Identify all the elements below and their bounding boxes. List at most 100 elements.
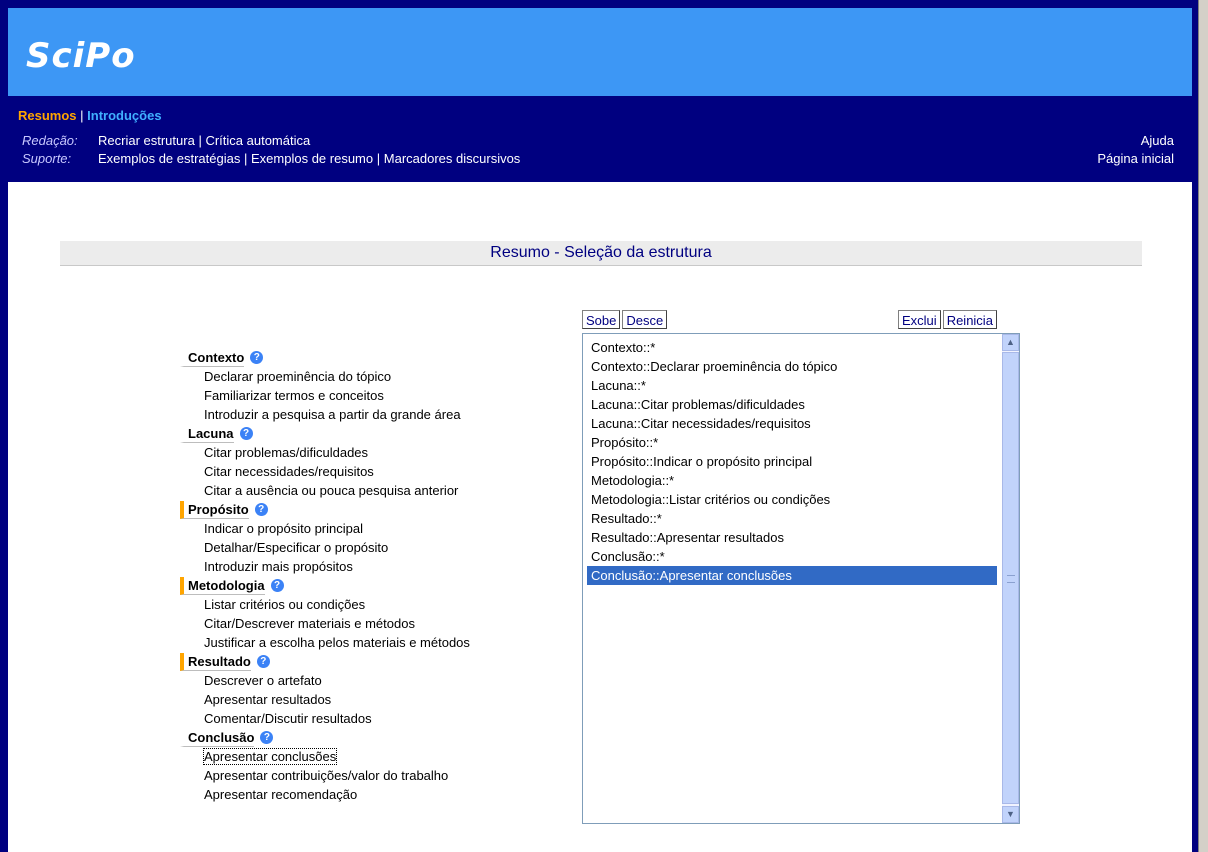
move-option[interactable]: Introduzir mais propósitos xyxy=(180,557,470,576)
list-item[interactable]: Metodologia::Listar critérios ou condiçõ… xyxy=(587,490,997,509)
move-option[interactable]: Citar necessidades/requisitos xyxy=(180,462,470,481)
section-3: Metodologia? Listar critérios ou condiçõe… xyxy=(180,576,470,652)
section-5: Conclusão? Apresentar conclusões Apresenta… xyxy=(180,728,470,804)
chevron-up-icon[interactable]: ▲ xyxy=(1002,334,1019,351)
move-option[interactable]: Descrever o artefato xyxy=(180,671,470,690)
move-option[interactable]: Apresentar recomendação xyxy=(180,785,470,804)
list-toolbar-left: Sobe Desce xyxy=(582,310,669,330)
move-option-label: Apresentar conclusões xyxy=(202,748,338,765)
list-item[interactable]: Resultado::* xyxy=(587,509,997,528)
move-option-label: Citar a ausência ou pouca pesquisa anter… xyxy=(204,483,459,498)
link-pagina-inicial[interactable]: Página inicial xyxy=(1097,151,1174,166)
section-title[interactable]: Resultado xyxy=(180,652,251,671)
link-ajuda[interactable]: Ajuda xyxy=(1141,133,1174,148)
delete-button[interactable]: Exclui xyxy=(898,310,941,329)
tab-introducoes[interactable]: Introduções xyxy=(87,108,161,123)
list-item[interactable]: Lacuna::* xyxy=(587,376,997,395)
window-scrollbar-edge xyxy=(1198,0,1208,852)
move-option[interactable]: Familiarizar termos e conceitos xyxy=(180,386,470,405)
section-title[interactable]: Conclusão xyxy=(180,729,255,747)
page-title: Resumo - Seleção da estrutura xyxy=(60,241,1142,266)
move-option[interactable]: Listar critérios ou condições xyxy=(180,595,470,614)
move-option[interactable]: Introduzir a pesquisa a partir da grande… xyxy=(180,405,470,424)
section-2: Propósito? Indicar o propósito principal D… xyxy=(180,500,470,576)
move-option-label: Declarar proeminência do tópico xyxy=(204,369,392,384)
move-option-label: Descrever o artefato xyxy=(204,673,322,688)
list-item[interactable]: Resultado::Apresentar resultados xyxy=(587,528,997,547)
move-option[interactable]: Apresentar conclusões xyxy=(180,747,470,766)
section-header: Propósito? xyxy=(180,500,470,519)
move-up-button[interactable]: Sobe xyxy=(582,310,621,329)
section-1: Lacuna? Citar problemas/dificuldades Citar… xyxy=(180,424,470,500)
help-circle-icon[interactable]: ? xyxy=(254,503,268,516)
nav-separator: | xyxy=(198,133,202,148)
section-title[interactable]: Propósito xyxy=(180,500,249,519)
tab-resumos[interactable]: Resumos xyxy=(18,108,77,123)
app-logo: SciPo xyxy=(26,36,136,76)
list-item[interactable]: Conclusão::Apresentar conclusões xyxy=(587,566,997,585)
section-header: Contexto? xyxy=(180,348,470,367)
move-option[interactable]: Detalhar/Especificar o propósito xyxy=(180,538,470,557)
move-option-label: Citar necessidades/requisitos xyxy=(204,464,374,479)
move-option-label: Justificar a escolha pelos materiais e m… xyxy=(204,635,470,650)
move-down-button[interactable]: Desce xyxy=(622,310,668,329)
help-circle-icon[interactable]: ? xyxy=(250,351,264,364)
structure-listbox[interactable]: Contexto::* Contexto::Declarar proeminênc… xyxy=(582,333,1020,824)
move-option-label: Comentar/Discutir resultados xyxy=(204,711,372,726)
nav-separator: | xyxy=(243,151,248,166)
list-item[interactable]: Contexto::* xyxy=(587,338,997,357)
move-option-label: Introduzir mais propósitos xyxy=(204,559,353,574)
help-circle-icon[interactable]: ? xyxy=(260,731,274,744)
move-option[interactable]: Citar problemas/dificuldades xyxy=(180,443,470,462)
list-item[interactable]: Lacuna::Citar necessidades/requisitos xyxy=(587,414,997,433)
move-option[interactable]: Apresentar resultados xyxy=(180,690,470,709)
section-header: Conclusão? xyxy=(180,728,470,747)
header-banner xyxy=(8,8,1192,96)
move-option-label: Apresentar resultados xyxy=(204,692,332,707)
move-option[interactable]: Justificar a escolha pelos materiais e m… xyxy=(180,633,470,652)
move-option-label: Introduzir a pesquisa a partir da grande… xyxy=(204,407,461,422)
link-critica-automatica[interactable]: Crítica automática xyxy=(205,133,310,148)
move-sections-panel: Contexto? Declarar proeminência do tópico… xyxy=(180,348,470,804)
main-tabs: Resumos | Introduções xyxy=(18,108,162,123)
link-marcadores-discursivos[interactable]: Marcadores discursivos xyxy=(384,151,521,166)
nav-row-suporte: Suporte: Exemplos de estratégias | Exempl… xyxy=(22,151,520,166)
chevron-down-icon[interactable]: ▼ xyxy=(1002,806,1019,823)
help-circle-icon[interactable]: ? xyxy=(256,655,270,668)
list-toolbar-right: Exclui Reinicia xyxy=(898,310,999,330)
list-item[interactable]: Propósito::* xyxy=(587,433,997,452)
listbox-scrollbar[interactable]: ▲ ▼ xyxy=(1002,334,1019,823)
move-option-label: Familiarizar termos e conceitos xyxy=(204,388,384,403)
link-recriar-estrutura[interactable]: Recriar estrutura xyxy=(98,133,195,148)
move-option[interactable]: Citar/Descrever materiais e métodos xyxy=(180,614,470,633)
list-item[interactable]: Conclusão::* xyxy=(587,547,997,566)
move-option-label: Indicar o propósito principal xyxy=(204,521,363,536)
move-option[interactable]: Apresentar contribuições/valor do trabal… xyxy=(180,766,470,785)
move-option-label: Listar critérios ou condições xyxy=(204,597,366,612)
grip-icon xyxy=(1007,575,1015,583)
section-header: Lacuna? xyxy=(180,424,470,443)
tab-separator: | xyxy=(80,108,84,123)
section-title[interactable]: Lacuna xyxy=(180,425,234,443)
move-option[interactable]: Comentar/Discutir resultados xyxy=(180,709,470,728)
section-4: Resultado? Descrever o artefato Apresentar… xyxy=(180,652,470,728)
link-exemplos-resumo[interactable]: Exemplos de resumo xyxy=(251,151,373,166)
help-circle-icon[interactable]: ? xyxy=(270,579,284,592)
section-header: Metodologia? xyxy=(180,576,470,595)
move-option[interactable]: Citar a ausência ou pouca pesquisa anter… xyxy=(180,481,470,500)
scrollbar-thumb[interactable] xyxy=(1002,352,1019,804)
reset-button[interactable]: Reinicia xyxy=(942,310,997,329)
list-item[interactable]: Propósito::Indicar o propósito principal xyxy=(587,452,997,471)
section-header: Resultado? xyxy=(180,652,470,671)
section-title[interactable]: Metodologia xyxy=(180,576,265,595)
list-item[interactable]: Metodologia::* xyxy=(587,471,997,490)
nav-row-redacao: Redação: Recriar estrutura | Crítica auto… xyxy=(22,133,310,148)
move-option[interactable]: Declarar proeminência do tópico xyxy=(180,367,470,386)
list-item[interactable]: Lacuna::Citar problemas/dificuldades xyxy=(587,395,997,414)
section-title[interactable]: Contexto xyxy=(180,349,245,367)
move-option[interactable]: Indicar o propósito principal xyxy=(180,519,470,538)
help-circle-icon[interactable]: ? xyxy=(239,427,253,440)
list-item[interactable]: Contexto::Declarar proeminência do tópic… xyxy=(587,357,997,376)
nav-label-redacao: Redação: xyxy=(22,133,78,148)
link-exemplos-estrategias[interactable]: Exemplos de estratégias xyxy=(98,151,240,166)
